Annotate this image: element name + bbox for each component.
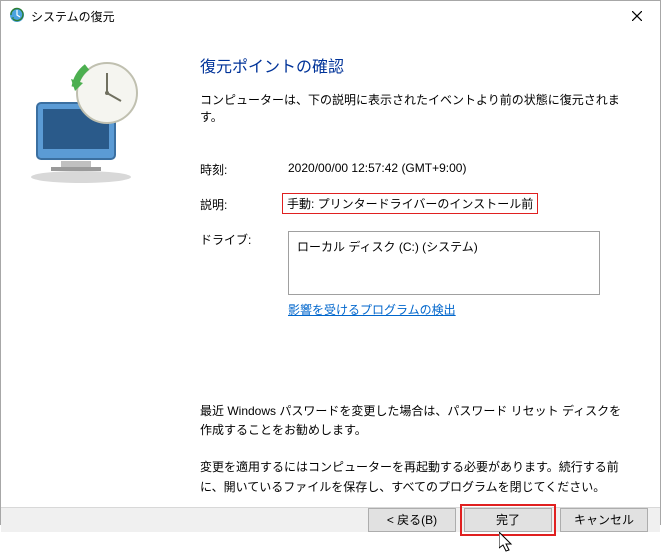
description-value: 手動: プリンタードライバーのインストール前 (282, 193, 538, 214)
password-note: 最近 Windows パスワードを変更した場合は、パスワード リセット ディスク… (200, 402, 632, 440)
restart-note: 変更を適用するにはコンピューターを再起動する必要があります。続行する前に、開いて… (200, 458, 632, 496)
time-label: 時刻: (200, 161, 288, 178)
restore-icon (9, 7, 25, 26)
content-area: 復元ポイントの確認 コンピューターは、下の説明に表示されたイベントより前の状態に… (1, 31, 660, 507)
cancel-button[interactable]: キャンセル (560, 508, 648, 532)
window-title: システムの復元 (31, 8, 115, 25)
drive-item: ローカル ディスク (C:) (システム) (297, 238, 591, 255)
drive-list: ローカル ディスク (C:) (システム) (288, 231, 600, 295)
scan-programs-link[interactable]: 影響を受けるプログラムの検出 (288, 301, 632, 318)
close-icon[interactable] (614, 1, 660, 31)
finish-button[interactable]: 完了 (464, 508, 552, 532)
cursor-icon (499, 532, 515, 554)
description-label: 説明: (200, 196, 288, 213)
page-heading: 復元ポイントの確認 (200, 53, 632, 77)
titlebar: システムの復元 (1, 1, 660, 31)
system-restore-window: システムの復元 復元ポイントの確認 コンピューターは、下の説 (0, 0, 661, 525)
main-panel: 復元ポイントの確認 コンピューターは、下の説明に表示されたイベントより前の状態に… (166, 31, 660, 507)
back-button[interactable]: < 戻る(B) (368, 508, 456, 532)
intro-text: コンピューターは、下の説明に表示されたイベントより前の状態に復元されます。 (200, 91, 632, 125)
time-value: 2020/00/00 12:57:42 (GMT+9:00) (288, 161, 632, 178)
button-bar: < 戻る(B) 完了 キャンセル (1, 507, 660, 532)
restore-illustration-icon (11, 49, 151, 189)
drive-label: ドライブ: (200, 231, 288, 318)
sidebar (1, 31, 166, 507)
